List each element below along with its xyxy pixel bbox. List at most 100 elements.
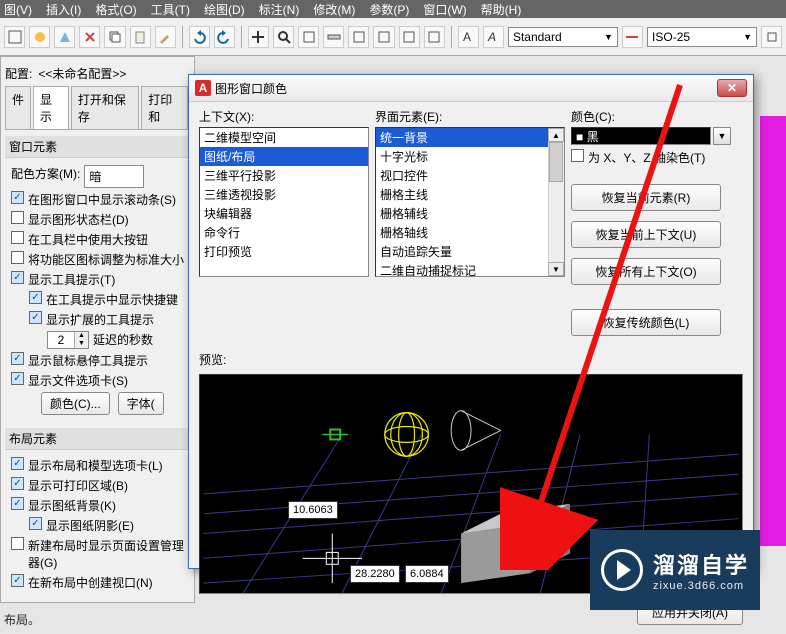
- brush-icon[interactable]: [155, 26, 176, 48]
- chk-large-icons[interactable]: [11, 231, 24, 244]
- iso-dropdown[interactable]: ISO-25 ▼: [647, 27, 757, 47]
- coord-readout-2: 28.2280: [350, 565, 400, 583]
- menu-window[interactable]: 窗口(W): [423, 1, 466, 18]
- tab-file[interactable]: 件: [5, 86, 31, 129]
- list-item[interactable]: 二维自动捕捉标记: [376, 261, 564, 277]
- tool-icon-z[interactable]: [761, 26, 782, 48]
- redo-icon[interactable]: [214, 26, 235, 48]
- menu-modify[interactable]: 修改(M): [313, 1, 355, 18]
- chk-layout-tabs[interactable]: [11, 457, 24, 470]
- list-item[interactable]: 栅格轴线: [376, 223, 564, 242]
- scheme-value: 暗: [89, 168, 101, 185]
- copy-icon[interactable]: [104, 26, 125, 48]
- chk-paper-shadow[interactable]: [29, 517, 42, 530]
- tool-icon-2[interactable]: [29, 26, 50, 48]
- chk-hover-tooltip[interactable]: [11, 352, 24, 365]
- main-toolbar: A A Standard ▼ ISO-25 ▼: [0, 18, 786, 56]
- chk-tooltips[interactable]: [11, 271, 24, 284]
- paste-icon[interactable]: [130, 26, 151, 48]
- context-label: 上下文(X):: [199, 108, 369, 125]
- color-dropdown[interactable]: ■ 黑: [571, 127, 711, 145]
- list-item[interactable]: 栅格主线: [376, 185, 564, 204]
- tool-icon-g[interactable]: A: [458, 26, 479, 48]
- list-item[interactable]: 统一背景: [376, 128, 564, 147]
- chk-statusbar[interactable]: [11, 211, 24, 224]
- list-item[interactable]: 十字光标: [376, 147, 564, 166]
- scroll-up-icon[interactable]: ▲: [548, 128, 564, 142]
- cut-icon[interactable]: [79, 26, 100, 48]
- svg-text:A: A: [463, 30, 471, 44]
- list-item[interactable]: 视口控件: [376, 166, 564, 185]
- chk-printable[interactable]: [11, 477, 24, 490]
- restore-classic-button[interactable]: 恢复传统颜色(L): [571, 309, 721, 336]
- chk-ribbon-size[interactable]: [11, 251, 24, 264]
- tab-opensave[interactable]: 打开和保存: [71, 86, 139, 129]
- dialog-titlebar[interactable]: A 图形窗口颜色 ✕: [189, 75, 753, 102]
- restore-all-button[interactable]: 恢复所有上下文(O): [571, 258, 721, 285]
- tool-icon-f[interactable]: [424, 26, 445, 48]
- delay-seconds-input[interactable]: 2 ▲▼: [47, 331, 89, 349]
- watermark-badge: 溜溜自学 zixue.3d66.com: [590, 530, 760, 610]
- list-item[interactable]: 命令行: [200, 223, 368, 242]
- list-item[interactable]: 三维平行投影: [200, 166, 368, 185]
- close-button[interactable]: ✕: [717, 79, 747, 97]
- context-list[interactable]: 二维模型空间 图纸/布局 三维平行投影 三维透视投影 块编辑器 命令行 打印预览: [199, 127, 369, 277]
- menu-format[interactable]: 格式(O): [95, 1, 136, 18]
- list-item[interactable]: 二维模型空间: [200, 128, 368, 147]
- pan-icon[interactable]: [248, 26, 269, 48]
- menu-view[interactable]: 图(V): [4, 1, 32, 18]
- chevron-down-icon[interactable]: ▼: [713, 127, 731, 145]
- scrollbar-thumb[interactable]: [549, 142, 563, 182]
- zoom-icon[interactable]: [273, 26, 294, 48]
- chk-tooltip-shortcut[interactable]: [29, 291, 42, 304]
- tab-print[interactable]: 打印和: [141, 86, 188, 129]
- list-item[interactable]: 打印预览: [200, 242, 368, 261]
- tool-icon-c[interactable]: [348, 26, 369, 48]
- chk-viewport[interactable]: [11, 574, 24, 587]
- chk-tooltip-ext[interactable]: [29, 311, 42, 324]
- restore-context-button[interactable]: 恢复当前上下文(U): [571, 221, 721, 248]
- chk-pagesetup[interactable]: [11, 537, 24, 550]
- tool-icon-e[interactable]: [399, 26, 420, 48]
- tab-display[interactable]: 显示: [33, 86, 69, 129]
- chk-scrollbars[interactable]: [11, 191, 24, 204]
- list-item[interactable]: 图纸/布局: [200, 147, 368, 166]
- restore-element-button[interactable]: 恢复当前元素(R): [571, 184, 721, 211]
- style-dropdown[interactable]: Standard ▼: [508, 27, 618, 47]
- tool-icon-a[interactable]: [298, 26, 319, 48]
- svg-text:A: A: [487, 30, 496, 44]
- dim-icon[interactable]: [622, 26, 643, 48]
- menu-params[interactable]: 参数(P): [369, 1, 409, 18]
- list-item[interactable]: 自动追踪矢量: [376, 242, 564, 261]
- menu-dimension[interactable]: 标注(N): [259, 1, 300, 18]
- menu-draw[interactable]: 绘图(D): [204, 1, 245, 18]
- scheme-dropdown[interactable]: 暗: [84, 165, 144, 188]
- scroll-down-icon[interactable]: ▼: [548, 262, 564, 276]
- tool-icon-b[interactable]: [323, 26, 344, 48]
- coord-readout-3: 6.0884: [405, 565, 449, 583]
- chevron-down-icon: ▼: [604, 32, 613, 42]
- menu-help[interactable]: 帮助(H): [481, 1, 522, 18]
- list-item[interactable]: 栅格辅线: [376, 204, 564, 223]
- options-tabs: 件 显示 打开和保存 打印和: [5, 86, 190, 130]
- config-label: 配置:: [5, 65, 32, 82]
- chk-xyz-tint[interactable]: [571, 149, 584, 162]
- menu-tools[interactable]: 工具(T): [151, 1, 190, 18]
- list-item[interactable]: 三维透视投影: [200, 185, 368, 204]
- list-item[interactable]: 块编辑器: [200, 204, 368, 223]
- elements-list[interactable]: 统一背景 十字光标 视口控件 栅格主线 栅格辅线 栅格轴线 自动追踪矢量 二维自…: [375, 127, 565, 277]
- coord-readout-1: 10.6063: [288, 501, 338, 519]
- text-style-icon[interactable]: A: [483, 26, 504, 48]
- chk-paper-bg[interactable]: [11, 497, 24, 510]
- tool-icon-1[interactable]: [4, 26, 25, 48]
- tool-icon-d[interactable]: [373, 26, 394, 48]
- chk-file-tabs[interactable]: [11, 372, 24, 385]
- menu-insert[interactable]: 插入(I): [46, 1, 81, 18]
- undo-icon[interactable]: [189, 26, 210, 48]
- tool-icon-3[interactable]: [54, 26, 75, 48]
- section-layout-elements: 布局元素: [5, 428, 190, 450]
- watermark-url: zixue.3d66.com: [653, 580, 749, 592]
- app-badge-icon: A: [195, 80, 211, 96]
- color-button[interactable]: 颜色(C)...: [41, 392, 110, 415]
- font-button[interactable]: 字体(: [118, 392, 164, 415]
